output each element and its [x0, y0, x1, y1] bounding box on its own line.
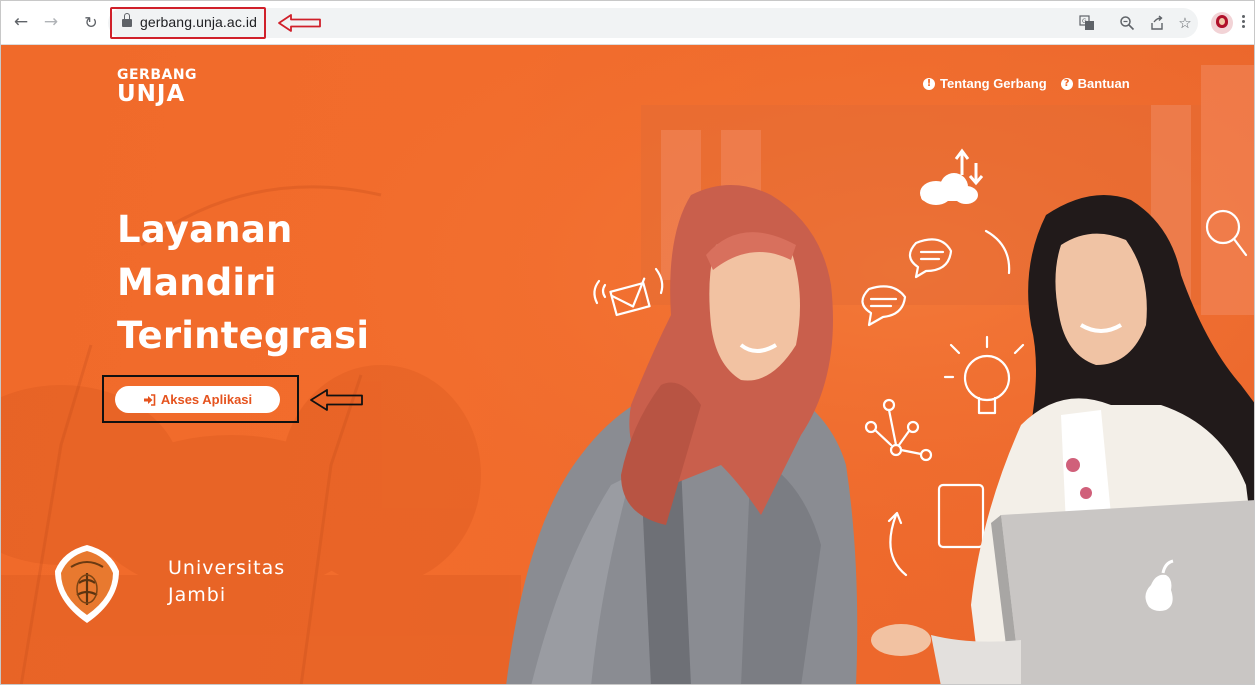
- hero-photo-students: [506, 185, 1254, 684]
- kebab-menu-icon[interactable]: [1242, 15, 1246, 31]
- logo-text-bottom: UNJA: [117, 81, 186, 107]
- universitas-jambi-seal-icon: [55, 545, 119, 623]
- university-name-line-2: Jambi: [168, 584, 227, 606]
- headline-line-1: Layanan: [117, 208, 293, 251]
- headline-line-2: Mandiri: [117, 261, 277, 304]
- url-text[interactable]: gerbang.unja.ac.id: [140, 14, 257, 30]
- nav-link-tentang-gerbang[interactable]: ! Tentang Gerbang: [923, 76, 1047, 91]
- translate-icon[interactable]: G: [1076, 12, 1098, 34]
- nav-link-bantuan[interactable]: ? Bantuan: [1060, 76, 1130, 91]
- reload-icon[interactable]: ↻: [79, 10, 103, 34]
- browser-window: ← → ↻ gerbang.unja.ac.id G ☆ GERBANG UNJ…: [0, 0, 1255, 685]
- hero-section: GERBANG UNJA ! Tentang Gerbang ? Bantuan…: [1, 45, 1254, 684]
- exclamation-circle-icon: !: [923, 77, 935, 90]
- akses-aplikasi-button[interactable]: Akses Aplikasi: [115, 386, 280, 413]
- profile-avatar[interactable]: [1211, 12, 1233, 34]
- lock-icon[interactable]: [122, 13, 132, 28]
- top-navigation: ! Tentang Gerbang ? Bantuan: [923, 76, 1130, 91]
- nav-link-label: Tentang Gerbang: [940, 76, 1047, 91]
- akses-aplikasi-label: Akses Aplikasi: [160, 392, 253, 407]
- star-icon[interactable]: ☆: [1174, 12, 1196, 34]
- gerbang-logo[interactable]: GERBANG UNJA: [117, 67, 197, 107]
- annotation-arrow-icon: [310, 389, 363, 411]
- sign-in-icon: [143, 393, 156, 406]
- browser-toolbar: ← → ↻ gerbang.unja.ac.id G ☆: [1, 1, 1254, 45]
- back-arrow-icon[interactable]: ←: [9, 10, 33, 34]
- nav-link-label: Bantuan: [1077, 76, 1130, 91]
- question-circle-icon: ?: [1060, 77, 1073, 90]
- annotation-arrow-icon: [278, 14, 321, 32]
- hero-headline: Layanan Mandiri Terintegrasi: [117, 203, 369, 362]
- headline-line-3: Terintegrasi: [117, 314, 370, 357]
- university-name-line-1: Universitas: [168, 557, 286, 579]
- address-bar[interactable]: [108, 8, 1198, 38]
- share-icon[interactable]: [1146, 12, 1168, 34]
- university-name: Universitas Jambi: [168, 555, 285, 609]
- svg-text:G: G: [1082, 18, 1087, 25]
- forward-arrow-icon[interactable]: →: [39, 10, 63, 34]
- zoom-icon[interactable]: [1116, 12, 1138, 34]
